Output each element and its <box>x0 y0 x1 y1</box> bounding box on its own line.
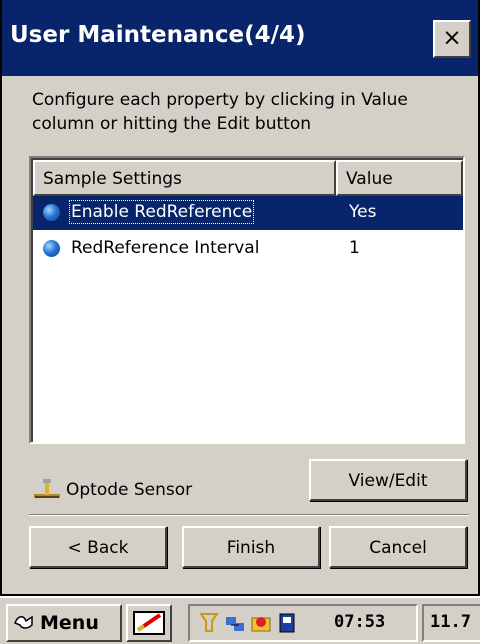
title-bar: User Maintenance(4/4) × <box>2 0 478 76</box>
divider <box>29 514 469 516</box>
windows-flag-icon <box>12 611 36 640</box>
desktop-icon <box>133 611 165 635</box>
row-name: RedReference Interval <box>71 238 260 258</box>
start-menu-label: Menu <box>40 612 99 634</box>
cancel-label: Cancel <box>369 538 427 558</box>
storage-card-icon[interactable] <box>276 611 298 635</box>
finish-button[interactable]: Finish <box>182 526 320 568</box>
list-row-enable-redreference[interactable]: Enable RedReference Yes <box>33 196 463 230</box>
show-desktop-button[interactable] <box>126 604 172 642</box>
instruction-text: Configure each property by clicking in V… <box>32 90 408 134</box>
view-edit-label: View/Edit <box>348 471 428 491</box>
tray-extra-text: 11.7 <box>430 612 471 632</box>
dialog-window: User Maintenance(4/4) × Configure each p… <box>0 0 480 596</box>
usb-cable-icon[interactable] <box>198 611 220 635</box>
row-value[interactable]: Yes <box>349 202 376 222</box>
tray-extra-value: 11.7 <box>422 604 480 642</box>
row-value[interactable]: 1 <box>349 238 360 258</box>
list-row-redreference-interval[interactable]: RedReference Interval 1 <box>33 232 463 266</box>
cancel-button[interactable]: Cancel <box>329 526 467 568</box>
dialog-title: User Maintenance(4/4) <box>10 22 306 48</box>
property-bullet-icon <box>43 204 60 221</box>
back-label: < Back <box>67 538 129 558</box>
back-button[interactable]: < Back <box>29 526 167 568</box>
sensor-icon <box>34 479 60 498</box>
system-tray: 07:53 <box>188 604 418 642</box>
taskbar: Menu 07:53 11.7 <box>0 596 480 644</box>
row-name: Enable RedReference <box>68 200 255 224</box>
folder-warning-icon[interactable] <box>250 611 272 635</box>
settings-list[interactable]: Sample Settings Value Enable RedReferenc… <box>29 156 465 444</box>
column-header-value[interactable]: Value <box>336 160 463 196</box>
close-button[interactable]: × <box>433 20 471 58</box>
view-edit-button[interactable]: View/Edit <box>309 459 467 501</box>
column-header-settings[interactable]: Sample Settings <box>33 160 336 196</box>
property-bullet-icon <box>43 240 60 257</box>
sensor-label: Optode Sensor <box>66 480 193 500</box>
finish-label: Finish <box>226 538 276 558</box>
start-menu-button[interactable]: Menu <box>6 604 122 642</box>
clock-text[interactable]: 07:53 <box>334 612 385 632</box>
network-icon[interactable] <box>224 611 246 635</box>
close-icon: × <box>442 25 462 51</box>
